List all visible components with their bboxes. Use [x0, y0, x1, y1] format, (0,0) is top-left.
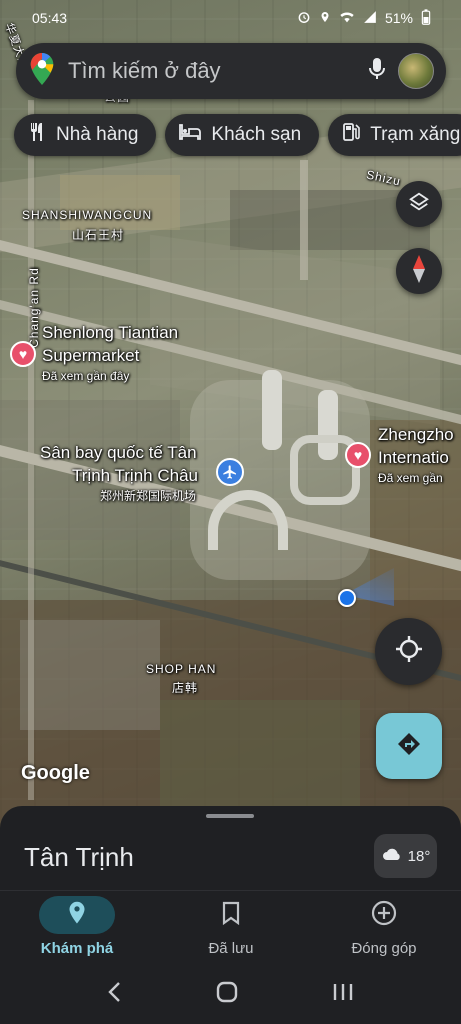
poi-supermarket-sub: Đã xem gần đây [42, 369, 130, 383]
saved-place-heart-pin[interactable]: ♥ [10, 341, 36, 367]
search-input[interactable] [68, 58, 368, 84]
mic-icon[interactable] [368, 57, 386, 86]
nav-explore[interactable]: Khám phá [0, 891, 154, 965]
alarm-icon [297, 10, 311, 27]
recent-apps-icon[interactable] [332, 982, 354, 1007]
category-chips: Nhà hàng Khách sạn Trạm xăng [14, 114, 461, 156]
poi-airport-line2[interactable]: Trịnh Trịnh Châu [72, 466, 198, 486]
system-navigation-bar [0, 964, 461, 1024]
weather-chip[interactable]: 18° [374, 834, 437, 878]
chip-hotels[interactable]: Khách sạn [165, 114, 320, 156]
compass-button[interactable] [396, 248, 442, 294]
search-bar[interactable] [16, 43, 446, 99]
battery-percent: 51% [384, 10, 413, 26]
area-label-shanshiwangcun: SHANSHIWANGCUN [22, 208, 153, 222]
current-location-dot [338, 589, 356, 607]
status-time: 05:43 [32, 10, 68, 26]
poi-supermarket-line2[interactable]: Supermarket [42, 346, 139, 366]
layers-button[interactable] [396, 181, 442, 227]
area-label-shop-han-cn: 店韩 [172, 681, 199, 695]
chip-label: Trạm xăng [370, 124, 461, 145]
directions-icon [397, 732, 421, 761]
crosshair-icon [395, 635, 423, 668]
chip-restaurants[interactable]: Nhà hàng [14, 114, 157, 156]
status-bar: 05:43 51% [0, 0, 461, 36]
poi-zhengzhou-line1[interactable]: Zhengzho [378, 425, 454, 445]
poi-zhengzhou-line2[interactable]: Internatio [378, 448, 449, 468]
location-status-icon [319, 10, 331, 27]
poi-supermarket-line1[interactable]: Shenlong Tiantian [42, 323, 178, 343]
home-icon[interactable] [216, 981, 238, 1008]
chip-label: Nhà hàng [56, 124, 139, 145]
directions-button[interactable] [376, 713, 442, 779]
back-icon[interactable] [107, 981, 123, 1008]
battery-icon [421, 8, 431, 28]
hotel-icon [179, 124, 202, 146]
wifi-icon [339, 10, 355, 27]
road-label-changan: Chang'an Rd [27, 267, 42, 348]
poi-airport-cn: 郑州新郑国际机场 [100, 489, 197, 503]
airport-pin-icon[interactable] [216, 458, 244, 486]
avatar[interactable] [398, 53, 434, 89]
explore-pin-icon [68, 901, 86, 930]
area-label-shanshiwangcun-cn: 山石王村 [72, 228, 125, 242]
google-attribution: Google [21, 762, 90, 784]
temperature: 18° [407, 847, 431, 865]
add-circle-icon [371, 900, 397, 931]
bottom-navigation: Khám phá Đã lưu Đóng góp [0, 890, 461, 964]
nav-label: Đã lưu [208, 940, 254, 957]
drag-handle[interactable] [206, 814, 254, 818]
poi-zhengzhou-sub: Đã xem gần [378, 471, 443, 485]
gas-station-icon [342, 122, 361, 148]
place-title: Tân Trịnh [24, 842, 134, 872]
nav-label: Khám phá [40, 940, 114, 957]
nav-label: Đóng góp [351, 940, 417, 957]
poi-airport-line1[interactable]: Sân bay quốc tế Tân [40, 443, 197, 463]
chip-gas-stations[interactable]: Trạm xăng [328, 114, 461, 156]
bookmark-icon [222, 901, 240, 930]
bottom-sheet[interactable]: Tân Trịnh 18° [0, 806, 461, 890]
layers-icon [408, 191, 430, 218]
compass-icon [411, 254, 427, 289]
nav-contribute[interactable]: Đóng góp [307, 891, 461, 965]
restaurant-icon [28, 122, 46, 148]
chip-label: Khách sạn [211, 124, 302, 145]
signal-icon [363, 10, 377, 27]
my-location-button[interactable] [375, 618, 442, 685]
maps-logo-icon [30, 52, 54, 90]
nav-saved[interactable]: Đã lưu [154, 891, 308, 965]
saved-place-heart-pin[interactable]: ♥ [345, 442, 371, 468]
cloud-icon [381, 847, 403, 865]
area-label-shop-han: SHOP HAN [146, 662, 217, 676]
